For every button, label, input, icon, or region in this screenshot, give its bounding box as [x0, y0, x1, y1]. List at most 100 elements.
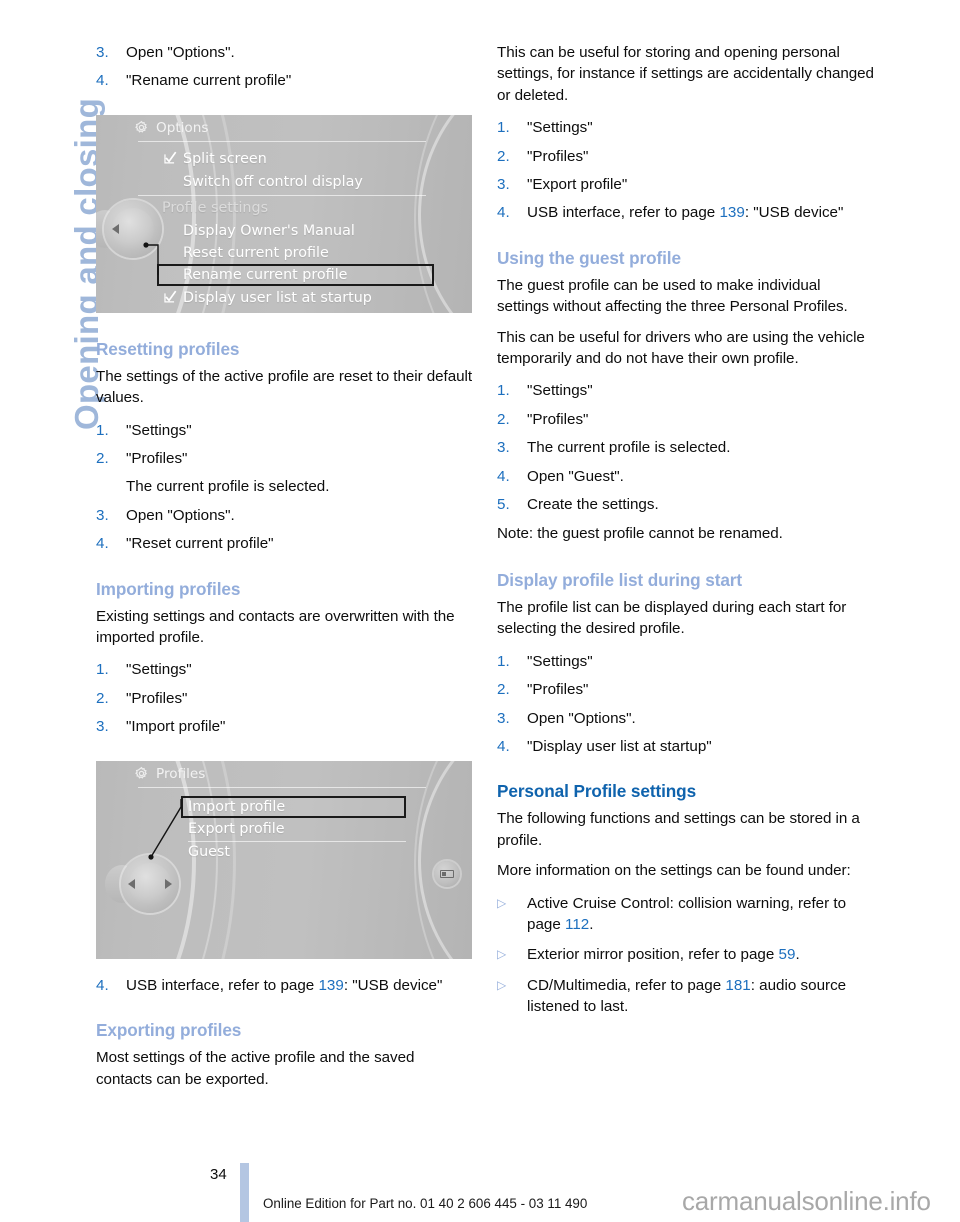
left-column: 3. Open "Options". 4. "Rename current pr…: [96, 42, 474, 1090]
decorative-swoosh: [414, 760, 472, 959]
step-text-suffix: : "USB device": [744, 204, 844, 222]
heading-personal-profile-settings: Personal Profile settings: [497, 781, 697, 802]
footer-accent-bar: [240, 1163, 249, 1222]
step-text: USB interface, refer to page 139: "USB d…: [527, 202, 875, 223]
step-number: 3.: [96, 44, 109, 61]
screen-header: Profiles: [134, 766, 205, 782]
list-item: 1. "Settings": [497, 380, 875, 401]
paragraph: Existing settings and contacts are overw…: [96, 607, 455, 647]
step-text: "Display user list at startup": [527, 737, 712, 755]
step-number: 4.: [497, 204, 510, 222]
step-text: "Profiles": [126, 689, 188, 707]
list-item: 4. Open "Guest".: [497, 466, 875, 487]
triangle-bullet-icon: ▷: [497, 895, 507, 910]
list-item: 1. "Settings": [497, 651, 875, 672]
page-number: 34: [210, 1166, 227, 1183]
step-text-suffix: : "USB device": [343, 976, 443, 994]
step-text: The current profile is selected.: [527, 439, 731, 457]
list-item: 3. "Export profile": [497, 174, 875, 195]
export-steps-list: 1. "Settings" 2. "Profiles" 3. "Export p…: [497, 117, 875, 224]
list-item: 3. Open "Options".: [96, 505, 474, 526]
menu-item-import-profile[interactable]: Import profile: [188, 799, 285, 815]
step-text: "Import profile": [126, 718, 226, 736]
arrow-left-icon: [112, 223, 119, 234]
section-divider: [188, 840, 406, 842]
list-item: ▷ Active Cruise Control: collision warni…: [497, 893, 875, 936]
step-number: 4.: [96, 535, 109, 553]
menu-item-split-screen[interactable]: Split screen: [164, 151, 267, 167]
list-item: 4. USB interface, refer to page 139: "US…: [96, 975, 474, 996]
list-item: 2. "Profiles": [497, 409, 875, 430]
page-reference[interactable]: 112: [565, 916, 589, 933]
page-reference[interactable]: 139: [719, 204, 744, 221]
menu-item-reset-current-profile[interactable]: Reset current profile: [183, 245, 329, 261]
menu-item-label: Export profile: [188, 820, 285, 837]
header-divider: [138, 786, 426, 788]
paragraph: The profile list can be displayed during…: [497, 598, 847, 638]
menu-section-profile-settings: Profile settings: [162, 200, 268, 216]
step-number: 3.: [497, 439, 510, 457]
page-body: 3. Open "Options". 4. "Rename current pr…: [0, 0, 960, 1130]
menu-item-display-owners-manual[interactable]: Display Owner's Manual: [183, 223, 355, 239]
step-number: 4.: [497, 737, 510, 755]
menu-item-label: Switch off control display: [183, 173, 363, 190]
step-text: Open "Options".: [527, 709, 636, 727]
paragraph: The settings of the active profile are r…: [96, 367, 473, 407]
step-number: 1.: [497, 119, 510, 137]
bullet-text: Exterior mirror position, refer to page …: [527, 944, 875, 965]
screen-title: Options: [156, 119, 209, 136]
gear-icon: [135, 121, 148, 133]
arrow-right-icon: [165, 878, 172, 889]
list-item: 2. "Profiles": [497, 146, 875, 167]
page-reference[interactable]: 139: [318, 977, 343, 994]
step-number: 4.: [96, 976, 109, 994]
heading-importing-profiles: Importing profiles: [96, 578, 241, 599]
idrive-options-screen: Options Split screen Switch off control …: [96, 114, 472, 313]
footer-edition-text: Online Edition for Part no. 01 40 2 606 …: [263, 1196, 588, 1211]
list-item: 2. "Profiles": [497, 679, 875, 700]
step-number: 1.: [96, 661, 109, 679]
triangle-bullet-icon: ▷: [497, 947, 507, 962]
menu-item-export-profile[interactable]: Export profile: [188, 821, 285, 837]
step-number: 1.: [497, 382, 510, 400]
list-item: 3. Open "Options".: [497, 708, 875, 729]
paragraph: More information on the settings can be …: [497, 862, 851, 880]
menu-item-label: Import profile: [188, 798, 286, 815]
idrive-profiles-screen: Profiles Import profile Export profile G…: [96, 760, 472, 959]
step-text: "Profiles": [126, 450, 188, 468]
bullet-text-prefix: Exterior mirror position, refer to page: [527, 946, 779, 964]
menu-item-display-user-list[interactable]: Display user list at startup: [164, 290, 372, 306]
step-number: 2.: [96, 450, 109, 468]
triangle-bullet-icon: ▷: [497, 977, 507, 992]
list-item: 1. "Settings": [96, 659, 474, 680]
step-number: 2.: [497, 410, 510, 428]
heading-exporting-profiles: Exporting profiles: [96, 1020, 242, 1041]
paragraph: The following functions and settings can…: [497, 810, 860, 849]
step-number: 4.: [497, 467, 510, 485]
step-subnote: The current profile is selected.: [126, 478, 330, 496]
display-toggle-button[interactable]: [434, 860, 460, 887]
paragraph: Most settings of the active profile and …: [96, 1049, 415, 1088]
list-item: 4. "Display user list at startup": [497, 736, 875, 757]
step-number: 4.: [96, 72, 109, 90]
step-number: 1.: [497, 652, 510, 670]
menu-item-label: Split screen: [183, 150, 267, 167]
page-reference[interactable]: 181: [725, 977, 750, 994]
step-text: "Export profile": [527, 176, 628, 194]
step-text: Open "Options".: [126, 44, 235, 61]
guest-steps-list: 1. "Settings" 2. "Profiles" 3. The curre…: [497, 380, 875, 515]
menu-item-guest[interactable]: Guest: [188, 844, 230, 860]
guest-note: Note: the guest profile cannot be rename…: [497, 524, 783, 542]
page-reference[interactable]: 59: [779, 946, 796, 963]
step-text: "Profiles": [527, 147, 589, 165]
step-text-prefix: USB interface, refer to page: [527, 204, 720, 222]
list-item: 3. The current profile is selected.: [497, 437, 875, 458]
menu-item-rename-current-profile[interactable]: Rename current profile: [183, 267, 347, 283]
list-item: 3. Open "Options".: [96, 42, 474, 63]
arrow-left-icon: [128, 878, 135, 889]
list-item: 3. "Import profile": [96, 716, 474, 737]
step-text-prefix: USB interface, refer to page: [126, 976, 319, 994]
top-steps-list: 3. Open "Options". 4. "Rename current pr…: [96, 42, 474, 92]
step-text: USB interface, refer to page 139: "USB d…: [126, 975, 474, 996]
menu-item-switch-off-display[interactable]: Switch off control display: [183, 174, 363, 190]
